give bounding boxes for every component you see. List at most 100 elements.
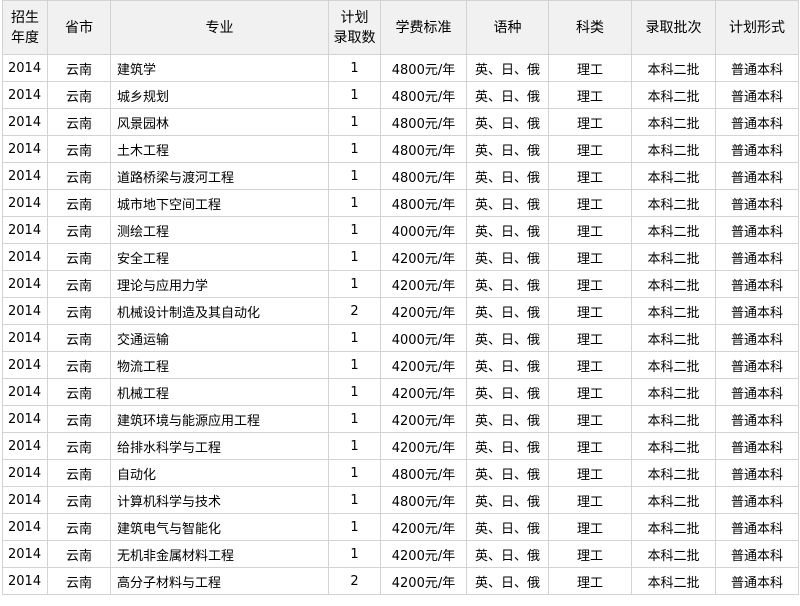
cell-tuition: 4000元/年 xyxy=(380,216,467,244)
table-row: 2014 云南 道路桥梁与渡河工程 1 4800元/年 英、日、俄 理工 本科二批 普通本科 xyxy=(2,162,799,190)
cell-category: 理工 xyxy=(548,459,632,487)
header-tuition: 学费标准 xyxy=(380,0,467,55)
cell-tuition: 4200元/年 xyxy=(380,351,467,379)
cell-major: 安全工程 xyxy=(110,243,329,271)
cell-plan-type: 普通本科 xyxy=(715,513,799,541)
cell-province: 云南 xyxy=(47,513,111,541)
cell-category: 理工 xyxy=(548,135,632,163)
header-province: 省市 xyxy=(47,0,111,55)
cell-tuition: 4800元/年 xyxy=(380,486,467,514)
cell-plan-type: 普通本科 xyxy=(715,81,799,109)
cell-province: 云南 xyxy=(47,108,111,136)
cell-batch: 本科二批 xyxy=(631,216,716,244)
cell-province: 云南 xyxy=(47,54,111,82)
cell-language: 英、日、俄 xyxy=(466,270,549,298)
cell-year: 2014 xyxy=(2,243,48,271)
cell-category: 理工 xyxy=(548,324,632,352)
cell-tuition: 4800元/年 xyxy=(380,459,467,487)
header-row: 招生 年度 省市 专业 计划 录取数 学费标准 语种 科类 录取批次 计划形式 xyxy=(2,0,799,55)
cell-category: 理工 xyxy=(548,567,632,595)
cell-year: 2014 xyxy=(2,162,48,190)
cell-batch: 本科二批 xyxy=(631,432,716,460)
cell-major: 测绘工程 xyxy=(110,216,329,244)
cell-major: 城市地下空间工程 xyxy=(110,189,329,217)
cell-year: 2014 xyxy=(2,297,48,325)
cell-major: 建筑学 xyxy=(110,54,329,82)
cell-tuition: 4800元/年 xyxy=(380,189,467,217)
cell-batch: 本科二批 xyxy=(631,459,716,487)
table-row: 2014 云南 高分子材料与工程 2 4200元/年 英、日、俄 理工 本科二批 普通本科 xyxy=(2,567,799,595)
cell-province: 云南 xyxy=(47,243,111,271)
header-quota-line1: 计划 xyxy=(340,9,369,26)
table-row: 2014 云南 物流工程 1 4200元/年 英、日、俄 理工 本科二批 普通本科 xyxy=(2,351,799,379)
cell-category: 理工 xyxy=(548,540,632,568)
table-header: 招生 年度 省市 专业 计划 录取数 学费标准 语种 科类 录取批次 计划形式 xyxy=(2,0,799,55)
cell-quota: 2 xyxy=(328,567,381,595)
cell-batch: 本科二批 xyxy=(631,351,716,379)
cell-plan-type: 普通本科 xyxy=(715,351,799,379)
cell-quota: 1 xyxy=(328,513,381,541)
cell-major: 给排水科学与工程 xyxy=(110,432,329,460)
cell-category: 理工 xyxy=(548,486,632,514)
cell-tuition: 4200元/年 xyxy=(380,432,467,460)
cell-language: 英、日、俄 xyxy=(466,324,549,352)
cell-province: 云南 xyxy=(47,432,111,460)
cell-batch: 本科二批 xyxy=(631,108,716,136)
cell-tuition: 4200元/年 xyxy=(380,540,467,568)
table-row: 2014 云南 机械工程 1 4200元/年 英、日、俄 理工 本科二批 普通本科 xyxy=(2,378,799,406)
cell-province: 云南 xyxy=(47,459,111,487)
cell-category: 理工 xyxy=(548,405,632,433)
cell-major: 交通运输 xyxy=(110,324,329,352)
cell-tuition: 4000元/年 xyxy=(380,324,467,352)
cell-language: 英、日、俄 xyxy=(466,189,549,217)
cell-year: 2014 xyxy=(2,378,48,406)
cell-province: 云南 xyxy=(47,351,111,379)
cell-category: 理工 xyxy=(548,351,632,379)
table-row: 2014 云南 给排水科学与工程 1 4200元/年 英、日、俄 理工 本科二批 普通本科 xyxy=(2,432,799,460)
cell-batch: 本科二批 xyxy=(631,189,716,217)
cell-major: 高分子材料与工程 xyxy=(110,567,329,595)
table-row: 2014 云南 城市地下空间工程 1 4800元/年 英、日、俄 理工 本科二批 普通本科 xyxy=(2,189,799,217)
cell-quota: 2 xyxy=(328,297,381,325)
cell-language: 英、日、俄 xyxy=(466,459,549,487)
cell-province: 云南 xyxy=(47,216,111,244)
cell-language: 英、日、俄 xyxy=(466,108,549,136)
cell-year: 2014 xyxy=(2,459,48,487)
cell-batch: 本科二批 xyxy=(631,405,716,433)
cell-language: 英、日、俄 xyxy=(466,297,549,325)
cell-language: 英、日、俄 xyxy=(466,432,549,460)
table-row: 2014 云南 建筑环境与能源应用工程 1 4200元/年 英、日、俄 理工 本科二批 普通本科 xyxy=(2,405,799,433)
cell-province: 云南 xyxy=(47,81,111,109)
cell-plan-type: 普通本科 xyxy=(715,567,799,595)
cell-year: 2014 xyxy=(2,540,48,568)
cell-tuition: 4800元/年 xyxy=(380,81,467,109)
table-body: 2014 云南 建筑学 1 4800元/年 英、日、俄 理工 本科二批 普通本科 2014 云南 城乡… xyxy=(2,54,799,595)
cell-batch: 本科二批 xyxy=(631,243,716,271)
cell-tuition: 4800元/年 xyxy=(380,162,467,190)
table-row: 2014 云南 理论与应用力学 1 4200元/年 英、日、俄 理工 本科二批 普通本科 xyxy=(2,270,799,298)
table-row: 2014 云南 交通运输 1 4000元/年 英、日、俄 理工 本科二批 普通本科 xyxy=(2,324,799,352)
cell-batch: 本科二批 xyxy=(631,297,716,325)
table-row: 2014 云南 计算机科学与技术 1 4800元/年 英、日、俄 理工 本科二批 普通本科 xyxy=(2,486,799,514)
cell-quota: 1 xyxy=(328,540,381,568)
cell-quota: 1 xyxy=(328,270,381,298)
cell-major: 道路桥梁与渡河工程 xyxy=(110,162,329,190)
cell-quota: 1 xyxy=(328,486,381,514)
cell-year: 2014 xyxy=(2,351,48,379)
cell-plan-type: 普通本科 xyxy=(715,378,799,406)
cell-batch: 本科二批 xyxy=(631,540,716,568)
cell-language: 英、日、俄 xyxy=(466,567,549,595)
cell-tuition: 4200元/年 xyxy=(380,243,467,271)
cell-plan-type: 普通本科 xyxy=(715,189,799,217)
cell-year: 2014 xyxy=(2,486,48,514)
cell-province: 云南 xyxy=(47,486,111,514)
cell-year: 2014 xyxy=(2,270,48,298)
cell-province: 云南 xyxy=(47,162,111,190)
cell-language: 英、日、俄 xyxy=(466,81,549,109)
cell-language: 英、日、俄 xyxy=(466,351,549,379)
header-year: 招生 年度 xyxy=(2,0,48,55)
cell-year: 2014 xyxy=(2,513,48,541)
cell-tuition: 4200元/年 xyxy=(380,405,467,433)
cell-batch: 本科二批 xyxy=(631,324,716,352)
cell-plan-type: 普通本科 xyxy=(715,540,799,568)
